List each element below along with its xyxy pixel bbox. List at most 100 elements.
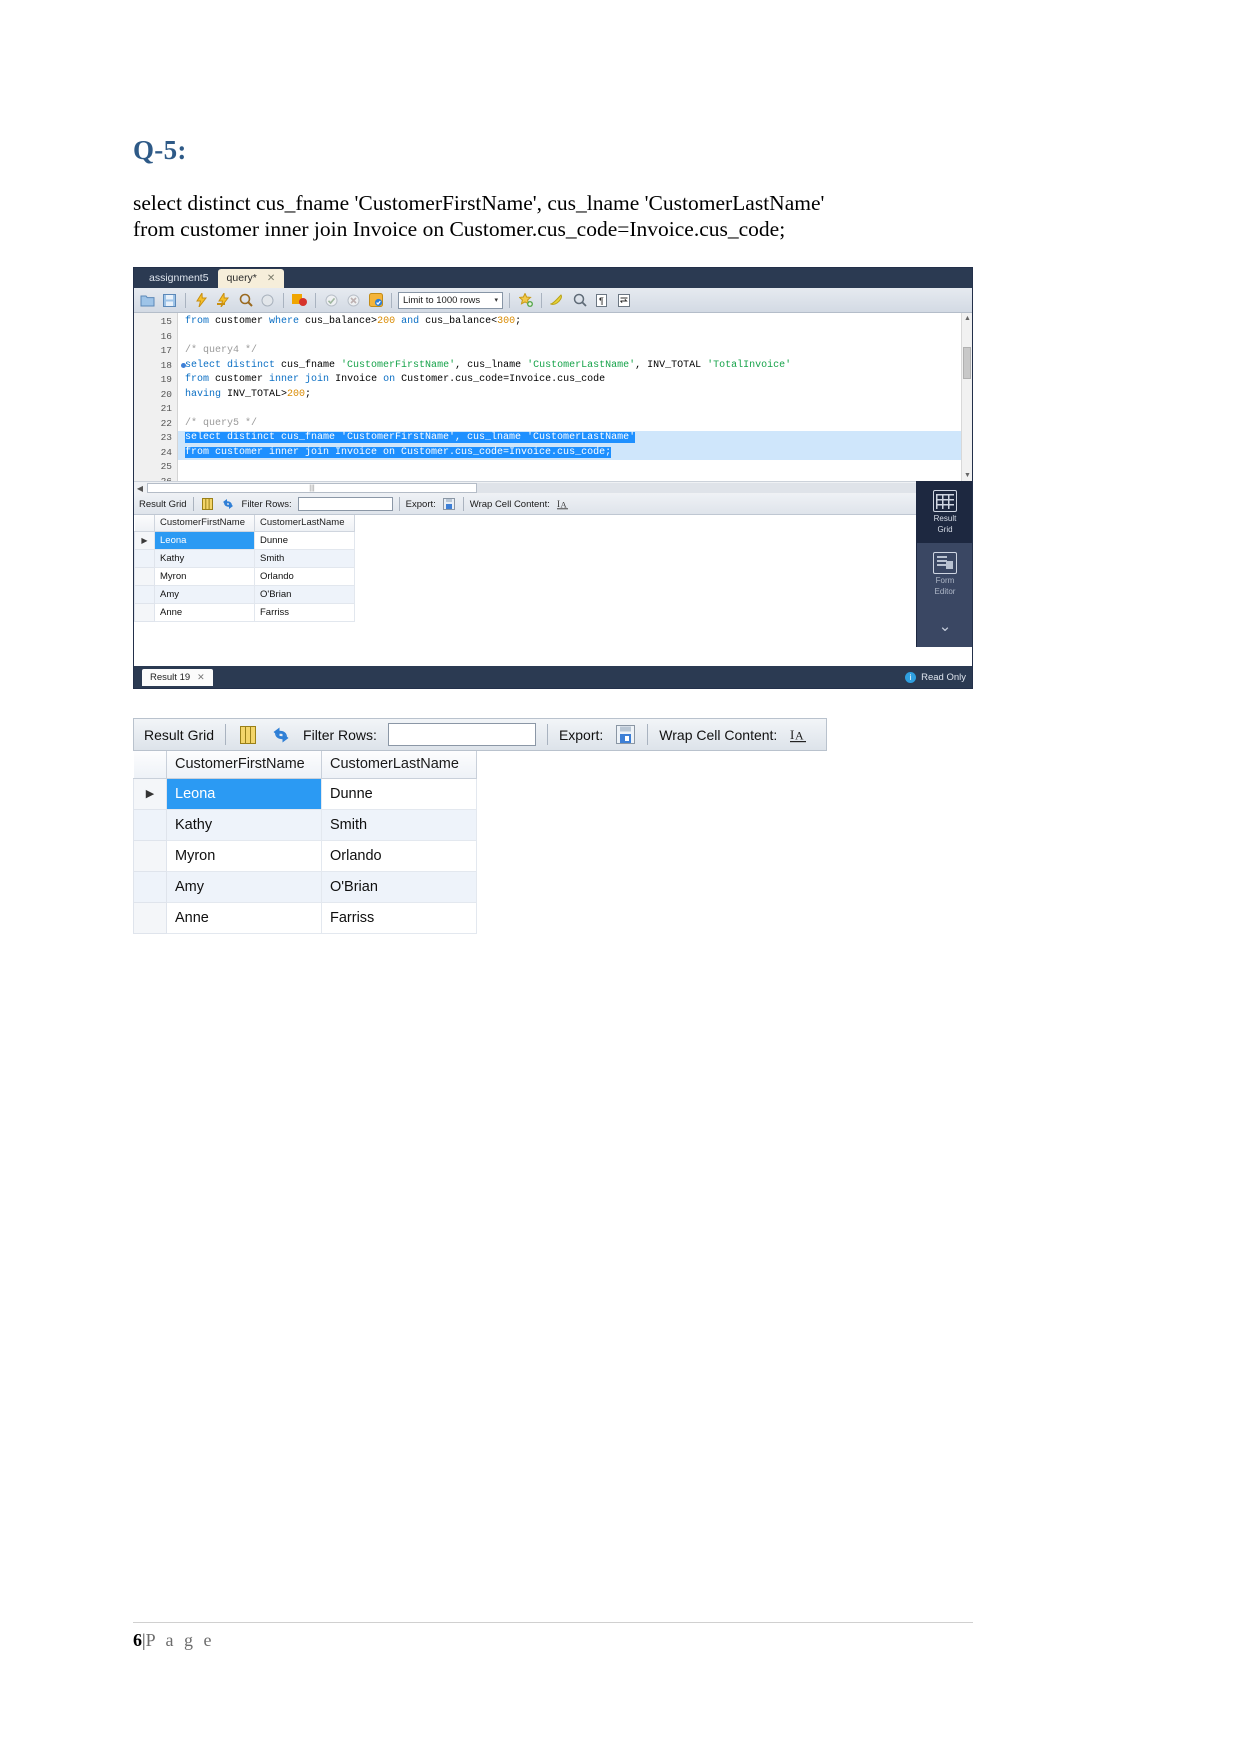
export-icon[interactable] <box>442 497 457 511</box>
tab-assignment5[interactable]: assignment5 <box>140 269 218 288</box>
close-icon[interactable]: ✕ <box>267 272 275 285</box>
code-line[interactable]: from customer where cus_balance>200 and … <box>178 315 972 330</box>
table-row[interactable]: Kathy Smith <box>134 548 355 568</box>
commit-icon[interactable] <box>322 291 341 310</box>
cell-customerfirstname[interactable]: Leona <box>154 530 255 550</box>
code-line[interactable]: from customer inner join Invoice on Cust… <box>178 373 972 388</box>
table-row[interactable]: Amy O'Brian <box>133 870 477 903</box>
code-line[interactable]: having INV_TOTAL>200; <box>178 388 972 403</box>
table-row[interactable]: Myron Orlando <box>134 566 355 586</box>
cell-customerfirstname[interactable]: Anne <box>154 602 255 622</box>
stop-icon[interactable] <box>258 291 277 310</box>
wrap-cell-content-icon[interactable]: IA <box>788 725 810 745</box>
cell-customerlastname[interactable]: Farriss <box>321 901 477 934</box>
code-line[interactable] <box>178 402 972 417</box>
cell-customerlastname[interactable]: Dunne <box>321 777 477 810</box>
grid-view-icon[interactable] <box>200 497 215 511</box>
code-area[interactable]: from customer where cus_balance>200 and … <box>178 313 972 481</box>
cell-customerfirstname[interactable]: Myron <box>154 566 255 586</box>
code-line[interactable]: /* query5 */ <box>178 417 972 432</box>
sql-code-editor[interactable]: 15 16 17 18 19 20 21 22 23 24 25 26 from customer w… <box>134 313 972 481</box>
toggle-invisible-characters-icon[interactable]: ¶ <box>592 291 611 310</box>
scroll-up-arrow-icon[interactable]: ▲ <box>963 314 972 323</box>
row-marker[interactable] <box>133 839 167 872</box>
cell-customerfirstname[interactable]: Kathy <box>166 808 322 841</box>
cell-customerfirstname[interactable]: Amy <box>154 584 255 604</box>
horizontal-scroll-thumb[interactable]: ||| <box>147 483 477 493</box>
cell-customerfirstname[interactable]: Leona <box>166 777 322 810</box>
code-line[interactable] <box>178 330 972 345</box>
cell-customerlastname[interactable]: O'Brian <box>254 584 355 604</box>
row-limit-select[interactable]: Limit to 1000 rows ▾ <box>398 291 503 309</box>
cell-customerlastname[interactable]: O'Brian <box>321 870 477 903</box>
code-line[interactable] <box>178 460 972 475</box>
autocommit-icon[interactable] <box>366 291 385 310</box>
scroll-left-arrow-icon[interactable]: ◀ <box>134 484 146 493</box>
row-marker[interactable] <box>134 602 155 622</box>
filter-rows-input[interactable] <box>297 497 393 511</box>
export-icon[interactable] <box>614 725 636 745</box>
cell-customerfirstname[interactable]: Myron <box>166 839 322 872</box>
beautify-query-icon[interactable] <box>548 291 567 310</box>
refresh-icon[interactable] <box>221 497 236 511</box>
row-marker[interactable] <box>134 548 155 568</box>
cell-customerlastname[interactable]: Smith <box>254 548 355 568</box>
row-marker[interactable]: ▶ <box>133 777 167 810</box>
cell-customerlastname[interactable]: Smith <box>321 808 477 841</box>
cell-customerfirstname[interactable]: Anne <box>166 901 322 934</box>
side-item-form-editor[interactable]: Form Editor <box>917 543 972 605</box>
row-marker[interactable] <box>133 901 167 934</box>
cell-customerlastname[interactable]: Orlando <box>254 566 355 586</box>
code-line[interactable]: select distinct cus_fname 'CustomerFirst… <box>178 431 972 446</box>
column-header-customerfirstname[interactable]: CustomerFirstName <box>166 751 322 779</box>
row-marker[interactable] <box>133 808 167 841</box>
row-marker[interactable] <box>134 566 155 586</box>
execute-icon[interactable] <box>192 291 211 310</box>
cell-customerlastname[interactable]: Farriss <box>254 602 355 622</box>
table-row[interactable]: Amy O'Brian <box>134 584 355 604</box>
table-row[interactable]: ▶ Leona Dunne <box>134 530 355 550</box>
row-marker[interactable] <box>133 870 167 903</box>
cell-customerfirstname[interactable]: Kathy <box>154 548 255 568</box>
grid-view-icon[interactable] <box>237 725 259 745</box>
column-header-customerlastname[interactable]: CustomerLastName <box>254 515 355 532</box>
cell-customerlastname[interactable]: Dunne <box>254 530 355 550</box>
rollback-icon[interactable] <box>344 291 363 310</box>
open-file-icon[interactable] <box>138 291 157 310</box>
editor-horizontal-scrollbar[interactable]: ◀ ||| ▶ <box>134 481 972 494</box>
table-row[interactable]: ▶ Leona Dunne <box>133 777 477 810</box>
scroll-down-arrow-icon[interactable]: ▼ <box>963 471 972 480</box>
editor-vertical-scrollbar[interactable]: ▲ ▼ <box>961 313 972 481</box>
wrap-cell-content-icon[interactable]: IA <box>556 497 571 511</box>
code-line[interactable]: from customer inner join Invoice on Cust… <box>178 445 972 460</box>
row-marker[interactable]: ▶ <box>134 530 155 550</box>
result-set-tab[interactable]: Result 19 ✕ <box>142 668 213 686</box>
code-line[interactable]: select distinct cus_fname 'CustomerFirst… <box>178 359 972 374</box>
result-grid-icon <box>933 490 957 512</box>
code-line[interactable]: /* query4 */ <box>178 344 972 359</box>
wrap-lines-icon[interactable] <box>614 291 633 310</box>
filter-rows-input[interactable] <box>387 723 536 746</box>
toggle-stop-on-error-icon[interactable] <box>290 291 309 310</box>
close-icon[interactable]: ✕ <box>197 672 205 683</box>
find-icon[interactable] <box>570 291 589 310</box>
refresh-icon[interactable] <box>270 725 292 745</box>
toggle-snippets-icon[interactable] <box>516 291 535 310</box>
cell-customerlastname[interactable]: Orlando <box>321 839 477 872</box>
table-row[interactable]: Kathy Smith <box>133 808 477 841</box>
side-panel-expand-icon[interactable]: ⌄ <box>917 605 972 647</box>
table-row[interactable]: Anne Farriss <box>134 602 355 622</box>
row-marker[interactable] <box>134 584 155 604</box>
table-row[interactable]: Myron Orlando <box>133 839 477 872</box>
table-row[interactable]: Anne Farriss <box>133 901 477 934</box>
column-header-customerlastname[interactable]: CustomerLastName <box>321 751 477 779</box>
side-item-result-grid[interactable]: Result Grid <box>917 481 972 543</box>
save-icon[interactable] <box>160 291 179 310</box>
cell-customerfirstname[interactable]: Amy <box>166 870 322 903</box>
execute-current-statement-icon[interactable] <box>214 291 233 310</box>
explain-query-icon[interactable] <box>236 291 255 310</box>
vertical-scroll-thumb[interactable] <box>963 347 971 379</box>
column-header-customerfirstname[interactable]: CustomerFirstName <box>154 515 255 532</box>
horizontal-scroll-track[interactable]: ||| <box>147 483 959 493</box>
tab-query[interactable]: query* ✕ <box>217 269 285 288</box>
